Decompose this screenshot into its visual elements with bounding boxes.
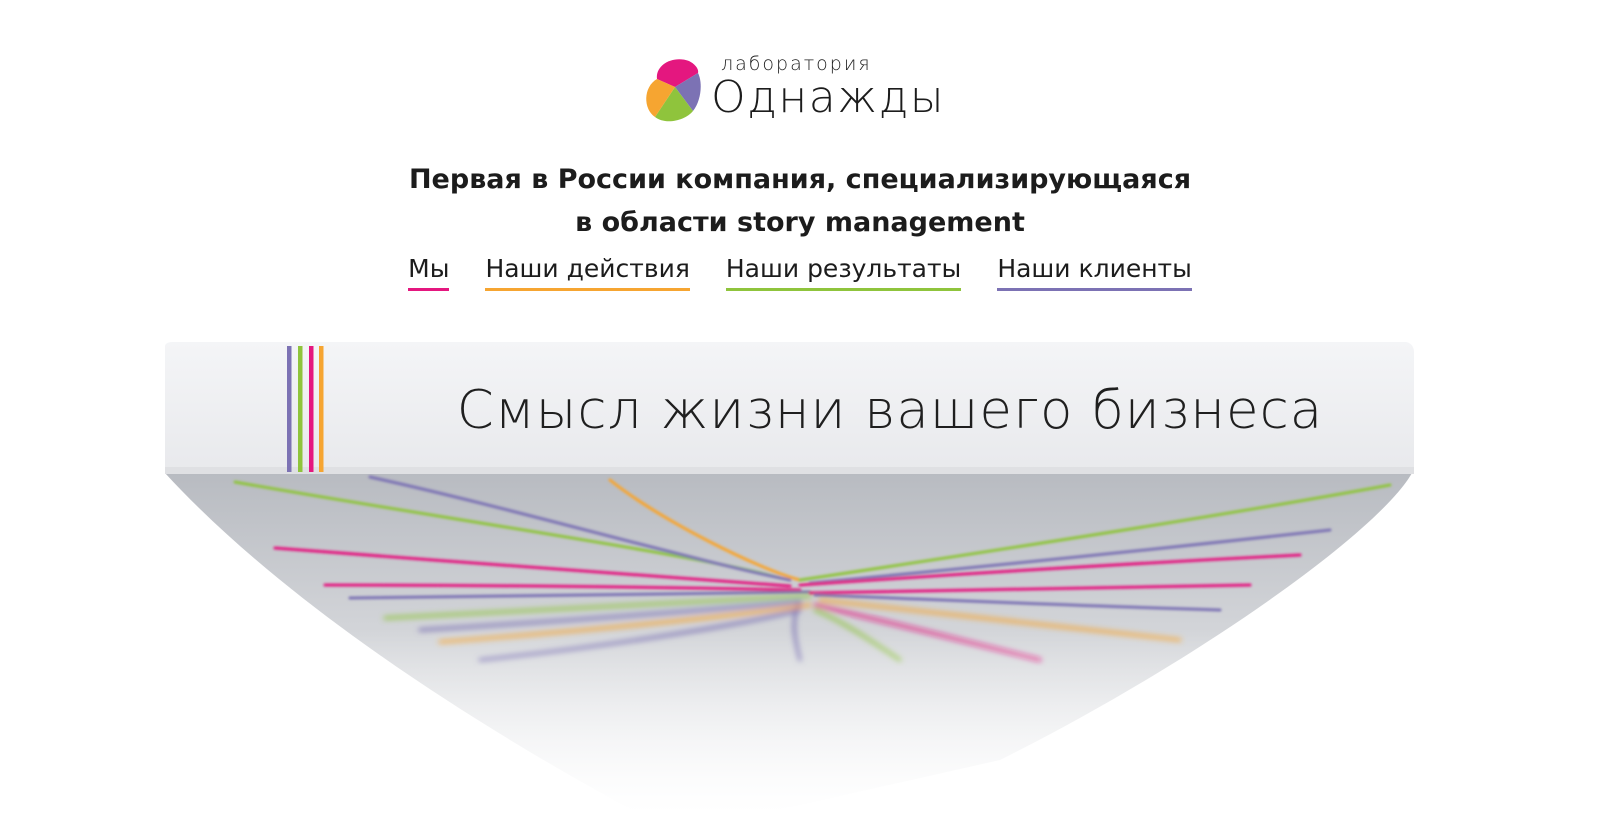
nav-link-clients[interactable]: Наши клиенты xyxy=(997,254,1192,291)
tagline-line-2: в области story management xyxy=(575,207,1025,238)
nav-link-actions[interactable]: Наши действия xyxy=(485,254,690,291)
nav-link-results[interactable]: Наши результаты xyxy=(725,254,962,291)
book-spine-title: Смысл жизни вашего бизнеса xyxy=(456,380,1324,441)
nav-link-we[interactable]: Мы xyxy=(408,254,450,291)
tagline-line-1: Первая в России компания, специализирующ… xyxy=(408,164,1192,195)
tagline: Первая в России компания, специализирующ… xyxy=(300,158,1300,244)
book-hero-image: Смысл жизни вашего бизнеса xyxy=(0,330,1600,814)
main-nav: Мы Наши действия Наши результаты Наши кл… xyxy=(0,254,1600,291)
logo-link[interactable]: лаборатория Однажды xyxy=(643,52,973,128)
logo-title: Однажды xyxy=(711,72,946,123)
logo-petals-icon xyxy=(646,59,701,122)
